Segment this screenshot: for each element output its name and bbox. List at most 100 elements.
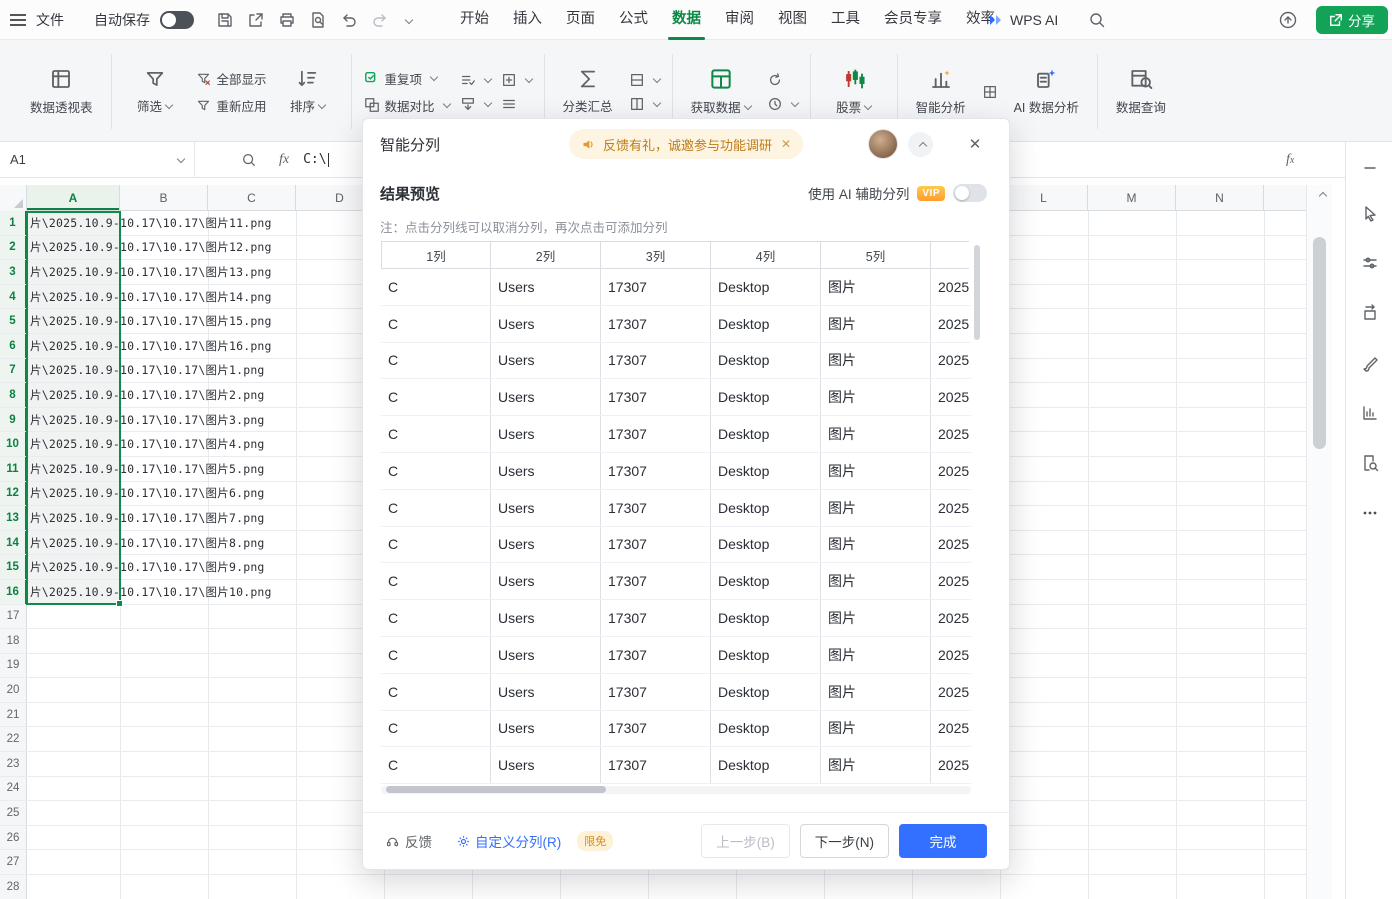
select-tool-button[interactable] [1354,197,1385,228]
preview-column-header-1[interactable]: 1列 [381,241,491,269]
data-query-button[interactable]: 数据查询 [1110,63,1172,120]
row-header-16[interactable]: 16 [0,580,27,604]
export-icon[interactable] [247,11,265,29]
select-all-corner[interactable] [0,185,27,211]
cell-A27[interactable] [27,850,120,874]
fill-button[interactable] [460,96,491,112]
tab-开始[interactable]: 开始 [448,0,501,40]
row-header-27[interactable]: 27 [0,850,27,874]
row-header-2[interactable]: 2 [0,236,27,260]
connections-button[interactable] [767,96,798,112]
show-all-button[interactable]: 全部显示 [196,69,267,88]
ai-analysis-button[interactable]: AI 数据分析 [1008,63,1085,120]
preview-column-header-2[interactable]: 2列 [491,241,601,269]
formula-value[interactable]: C:\ [303,152,328,167]
cell-A18[interactable] [27,629,120,653]
cell-A20[interactable] [27,678,120,702]
preview-hscroll-thumb[interactable] [386,786,606,793]
row-header-11[interactable]: 11 [0,457,27,481]
wps-ai-button[interactable]: WPS AI [988,0,1058,40]
row-header-6[interactable]: 6 [0,334,27,358]
dialog-close-button[interactable]: ✕ [963,132,987,156]
cell-A9[interactable]: 片\2025.10.9-10.17\10.17\图片3.png [27,408,120,432]
autosave-toggle[interactable] [160,0,194,40]
custom-split-button[interactable]: 自定义分列(R) [456,831,561,851]
more-tools-button[interactable] [1354,497,1385,528]
validation-button[interactable] [460,72,491,88]
print-preview-icon[interactable] [309,11,327,29]
name-box[interactable]: A1 [0,142,195,178]
cell-A19[interactable] [27,654,120,678]
tab-工具[interactable]: 工具 [819,0,872,40]
cell-A12[interactable]: 片\2025.10.9-10.17\10.17\图片6.png [27,482,120,506]
format-painter-button[interactable] [1354,347,1385,378]
row-header-17[interactable]: 17 [0,605,27,629]
tab-会员专享[interactable]: 会员专享 [872,0,954,40]
cell-A21[interactable] [27,703,120,727]
row-header-24[interactable]: 24 [0,777,27,801]
search-button[interactable] [1088,0,1106,40]
preview-column-header-4[interactable]: 4列 [711,241,821,269]
cell-A14[interactable]: 片\2025.10.9-10.17\10.17\图片8.png [27,531,120,555]
banner-close-icon[interactable]: ✕ [781,137,791,151]
cell-A23[interactable] [27,752,120,776]
row-header-15[interactable]: 15 [0,555,27,579]
cell-A7[interactable]: 片\2025.10.9-10.17\10.17\图片1.png [27,359,120,383]
tab-页面[interactable]: 页面 [554,0,607,40]
row-header-23[interactable]: 23 [0,752,27,776]
cell-A26[interactable] [27,826,120,850]
column-header-N[interactable]: N [1176,185,1264,210]
row-header-18[interactable]: 18 [0,629,27,653]
cell-A15[interactable]: 片\2025.10.9-10.17\10.17\图片9.png [27,555,120,579]
quick-access-dropdown-icon[interactable] [402,13,412,28]
cell-A16[interactable]: 片\2025.10.9-10.17\10.17\图片10.png [27,580,120,604]
cell-A6[interactable]: 片\2025.10.9-10.17\10.17\图片16.png [27,334,120,358]
row-header-8[interactable]: 8 [0,383,27,407]
data-compare-button[interactable]: 数据对比 [364,96,450,115]
sort-button[interactable]: 排序 [277,64,339,119]
save-icon[interactable] [216,11,234,29]
ai-assist-toggle[interactable] [953,184,987,202]
column-header-M[interactable]: M [1088,185,1176,210]
chart-tools-button[interactable] [1354,397,1385,428]
lines-button[interactable] [501,96,532,112]
name-box-dropdown-icon[interactable] [177,154,185,162]
insert-function-button[interactable]: fx [279,152,289,168]
field-grid-button[interactable] [982,84,998,100]
cell-A11[interactable]: 片\2025.10.9-10.17\10.17\图片5.png [27,457,120,481]
cell-A2[interactable]: 片\2025.10.9-10.17\10.17\图片12.png [27,236,120,260]
row-header-12[interactable]: 12 [0,482,27,506]
row-header-25[interactable]: 25 [0,801,27,825]
smart-analysis-button[interactable]: 智能分析 [910,63,972,120]
row-header-20[interactable]: 20 [0,678,27,702]
redo-icon[interactable] [371,11,389,29]
find-in-formula-button[interactable] [241,152,257,168]
row-header-14[interactable]: 14 [0,531,27,555]
cell-A1[interactable]: 片\2025.10.9-10.17\10.17\图片11.png [27,211,120,235]
upload-button[interactable] [1278,0,1298,40]
preview-vertical-scrollbar[interactable] [973,243,981,783]
preview-column-header-3[interactable]: 3列 [601,241,711,269]
duplicates-button[interactable]: 重复项 [364,69,450,88]
stock-button[interactable]: 股票 [823,63,885,120]
column-header-L[interactable]: L [1000,185,1088,210]
print-icon[interactable] [278,11,296,29]
row-header-3[interactable]: 3 [0,260,27,284]
preview-column-header-5[interactable]: 5列 [821,241,931,269]
ungroup-button[interactable] [629,96,660,112]
column-header-B[interactable]: B [120,185,208,210]
column-header-C[interactable]: C [208,185,296,210]
preview-vscroll-thumb[interactable] [974,245,980,340]
tab-审阅[interactable]: 审阅 [713,0,766,40]
collapse-sidebar-button[interactable] [1354,152,1385,183]
row-header-22[interactable]: 22 [0,727,27,751]
reapply-button[interactable]: 重新应用 [196,96,267,115]
file-menu[interactable]: 文件 [36,0,64,40]
pivot-table-button[interactable]: 数据透视表 [24,63,99,120]
cell-A10[interactable]: 片\2025.10.9-10.17\10.17\图片4.png [27,432,120,456]
tab-公式[interactable]: 公式 [607,0,660,40]
filter-button[interactable]: 筛选 [124,64,186,119]
prev-step-button[interactable]: 上一步(B) [701,824,790,858]
row-header-28[interactable]: 28 [0,875,27,899]
cell-A25[interactable] [27,801,120,825]
